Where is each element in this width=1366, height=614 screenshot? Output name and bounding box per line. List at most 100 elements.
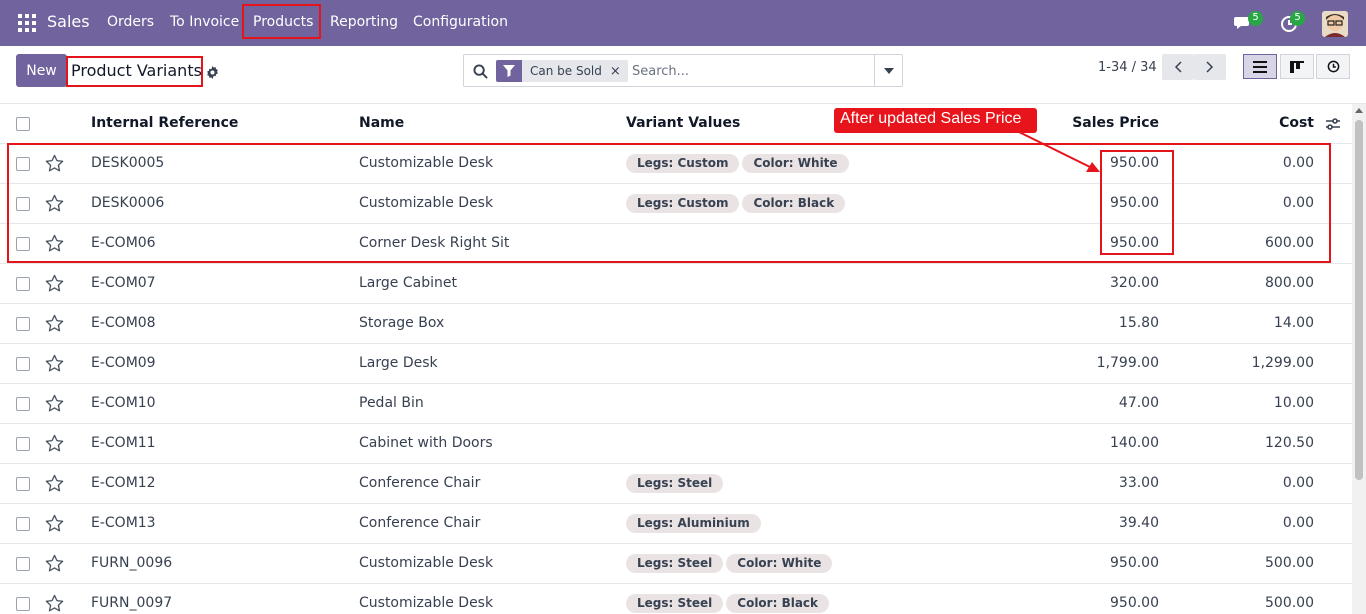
star-icon[interactable]: [45, 394, 64, 413]
cell-cost: 500.00: [1265, 555, 1314, 571]
kanban-view-button[interactable]: [1280, 54, 1314, 79]
cell-internal-reference: E-COM10: [91, 395, 156, 411]
cell-name: Storage Box: [359, 315, 445, 331]
products-menu-highlight: [242, 4, 321, 39]
control-panel: New Product Variants Can be Sold × 1-34 …: [0, 46, 1366, 104]
cell-sales-price: 33.00: [1118, 475, 1159, 491]
header-internal-reference[interactable]: Internal Reference: [91, 115, 238, 131]
variant-tag: Legs: Steel: [626, 554, 724, 573]
cell-variant-values: Legs: Aluminium: [626, 514, 764, 533]
gear-icon[interactable]: [206, 64, 219, 79]
star-icon[interactable]: [45, 594, 64, 613]
cell-name: Customizable Desk: [359, 595, 494, 611]
menu-configuration[interactable]: Configuration: [413, 14, 508, 30]
cell-internal-reference: E-COM07: [91, 275, 156, 291]
cell-internal-reference: FURN_0097: [91, 595, 173, 611]
row-checkbox[interactable]: [16, 597, 30, 611]
cell-variant-values: Legs: Steel: [626, 474, 726, 493]
cell-name: Customizable Desk: [359, 555, 494, 571]
star-icon[interactable]: [45, 554, 64, 573]
list-scrollbar[interactable]: [1352, 104, 1366, 614]
cell-internal-reference: FURN_0096: [91, 555, 173, 571]
cell-cost: 10.00: [1273, 395, 1314, 411]
cell-internal-reference: E-COM09: [91, 355, 156, 371]
pager-next-button[interactable]: [1194, 54, 1226, 80]
search-dropdown-toggle[interactable]: [874, 55, 902, 86]
menu-to-invoice[interactable]: To Invoice: [170, 14, 239, 30]
cell-name: Large Desk: [359, 355, 438, 371]
app-name[interactable]: Sales: [47, 12, 90, 31]
optional-columns-icon[interactable]: [1325, 116, 1341, 132]
cell-sales-price: 1,799.00: [1096, 355, 1159, 371]
row-checkbox[interactable]: [16, 557, 30, 571]
cell-sales-price: 320.00: [1110, 275, 1159, 291]
scroll-thumb[interactable]: [1355, 120, 1363, 480]
table-row[interactable]: E-COM08 Storage Box 15.80 14.00: [0, 304, 1352, 344]
cell-cost: 500.00: [1265, 595, 1314, 611]
annotation-label: After updated Sales Price: [834, 108, 1038, 133]
filter-icon: [496, 60, 522, 82]
cell-sales-price: 950.00: [1110, 595, 1159, 611]
menu-orders[interactable]: Orders: [107, 14, 154, 30]
scroll-up-arrow[interactable]: [1355, 108, 1363, 113]
star-icon[interactable]: [45, 354, 64, 373]
pager-previous-button[interactable]: [1162, 54, 1194, 80]
cell-sales-price: 15.80: [1118, 315, 1159, 331]
cell-name: Pedal Bin: [359, 395, 424, 411]
top-navbar: Sales Orders To Invoice Products Reporti…: [0, 0, 1366, 46]
variant-tag: Legs: Aluminium: [626, 514, 761, 533]
variant-tag: Legs: Steel: [626, 594, 724, 613]
table-row[interactable]: E-COM13 Conference Chair Legs: Aluminium 39…: [0, 504, 1352, 544]
user-avatar[interactable]: [1322, 11, 1348, 37]
menu-reporting[interactable]: Reporting: [330, 14, 398, 30]
cell-cost: 800.00: [1265, 275, 1314, 291]
star-icon[interactable]: [45, 514, 64, 533]
header-sales-price[interactable]: Sales Price: [1072, 115, 1159, 131]
row-checkbox[interactable]: [16, 437, 30, 451]
cell-variant-values: Legs: Steel Color: White: [626, 554, 835, 573]
cell-cost: 0.00: [1282, 515, 1314, 531]
new-button[interactable]: New: [16, 54, 67, 87]
variant-tag: Color: Black: [726, 594, 830, 613]
table-row[interactable]: E-COM10 Pedal Bin 47.00 10.00: [0, 384, 1352, 424]
filter-facet-label: Can be Sold: [530, 64, 602, 78]
activity-view-button[interactable]: [1316, 54, 1350, 79]
cell-cost: 120.50: [1265, 435, 1314, 451]
cell-cost: 14.00: [1273, 315, 1314, 331]
list-view-button[interactable]: [1243, 54, 1277, 79]
cell-cost: 0.00: [1282, 475, 1314, 491]
select-all-checkbox[interactable]: [16, 117, 30, 131]
row-checkbox[interactable]: [16, 277, 30, 291]
facet-close-icon[interactable]: ×: [610, 64, 628, 79]
list-header: Internal Reference Name Variant Values S…: [0, 104, 1352, 144]
row-checkbox[interactable]: [16, 357, 30, 371]
row-checkbox[interactable]: [16, 477, 30, 491]
header-cost[interactable]: Cost: [1279, 115, 1314, 131]
cell-sales-price: 39.40: [1118, 515, 1159, 531]
star-icon[interactable]: [45, 434, 64, 453]
table-row[interactable]: E-COM07 Large Cabinet 320.00 800.00: [0, 264, 1352, 304]
app-grid-icon[interactable]: [18, 14, 36, 32]
pager-value[interactable]: 1-34 / 34: [1098, 60, 1157, 75]
search-icon: [473, 64, 488, 79]
cell-sales-price: 950.00: [1110, 555, 1159, 571]
row-checkbox[interactable]: [16, 317, 30, 331]
cell-internal-reference: E-COM08: [91, 315, 156, 331]
sales-price-highlight: [1100, 150, 1174, 255]
star-icon[interactable]: [45, 474, 64, 493]
table-row[interactable]: FURN_0097 Customizable Desk Legs: Steel Col…: [0, 584, 1352, 614]
search-input[interactable]: [632, 61, 872, 81]
cell-internal-reference: E-COM11: [91, 435, 156, 451]
table-row[interactable]: E-COM12 Conference Chair Legs: Steel 33.00 0…: [0, 464, 1352, 504]
row-checkbox[interactable]: [16, 397, 30, 411]
star-icon[interactable]: [45, 274, 64, 293]
header-name[interactable]: Name: [359, 115, 404, 131]
header-variant-values[interactable]: Variant Values: [626, 115, 740, 131]
row-checkbox[interactable]: [16, 517, 30, 531]
table-row[interactable]: E-COM11 Cabinet with Doors 140.00 120.50: [0, 424, 1352, 464]
variant-tag: Legs: Steel: [626, 474, 724, 493]
cell-sales-price: 47.00: [1118, 395, 1159, 411]
table-row[interactable]: FURN_0096 Customizable Desk Legs: Steel Col…: [0, 544, 1352, 584]
table-row[interactable]: E-COM09 Large Desk 1,799.00 1,299.00: [0, 344, 1352, 384]
star-icon[interactable]: [45, 314, 64, 333]
